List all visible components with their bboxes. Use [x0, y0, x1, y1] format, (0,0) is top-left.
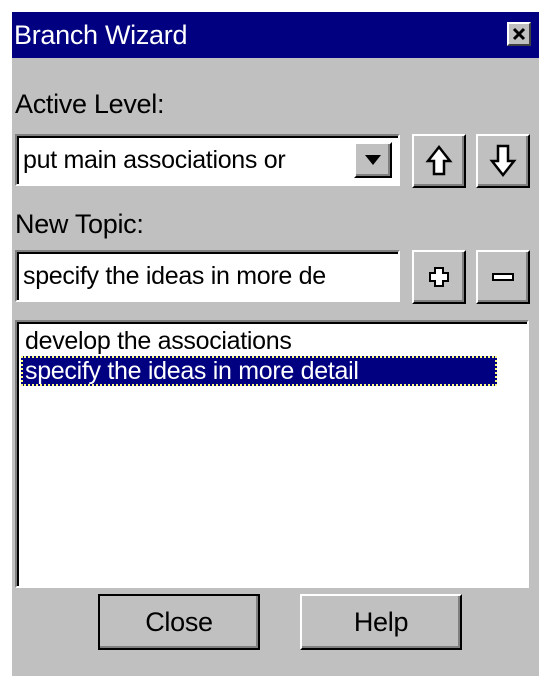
move-up-button[interactable]: [412, 134, 466, 188]
minus-icon: [492, 273, 514, 281]
new-topic-label: New Topic:: [15, 209, 144, 239]
new-topic-value: specify the ideas in more de: [23, 262, 326, 290]
add-topic-button[interactable]: [412, 250, 466, 304]
chevron-down-icon: [365, 155, 381, 165]
title-bar[interactable]: Branch Wizard: [12, 12, 539, 58]
close-button-label: Close: [145, 607, 213, 637]
new-topic-input[interactable]: specify the ideas in more de: [15, 250, 400, 302]
topics-list[interactable]: develop the associations specify the ide…: [15, 320, 529, 588]
list-item-label: specify the ideas in more detail: [25, 357, 359, 385]
title-close-button[interactable]: [507, 22, 531, 46]
arrow-down-icon: [489, 144, 517, 178]
active-level-select[interactable]: put main associations or: [15, 134, 400, 186]
active-level-dropdown-button[interactable]: [354, 142, 392, 178]
window-title: Branch Wizard: [14, 20, 188, 50]
close-button[interactable]: Close: [98, 594, 260, 650]
list-item-specify[interactable]: specify the ideas in more detail: [21, 356, 497, 386]
help-button[interactable]: Help: [300, 594, 462, 650]
plus-icon: [429, 267, 449, 287]
active-level-label: Active Level:: [15, 89, 165, 119]
remove-topic-button[interactable]: [476, 250, 530, 304]
list-item-develop[interactable]: develop the associations: [21, 326, 292, 356]
branch-wizard-dialog: Branch Wizard Active Level: put main ass…: [12, 12, 539, 676]
close-icon: [512, 27, 526, 41]
help-button-label: Help: [353, 607, 409, 637]
arrow-up-icon: [425, 144, 453, 176]
list-item-label: develop the associations: [25, 327, 292, 355]
active-level-value: put main associations or: [23, 146, 286, 174]
move-down-button[interactable]: [476, 134, 530, 188]
